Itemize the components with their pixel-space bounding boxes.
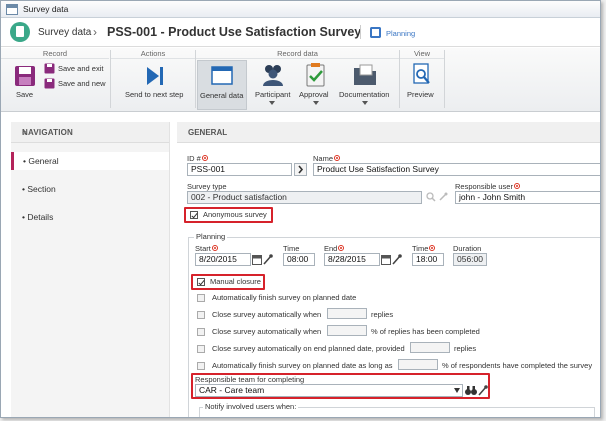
id-field[interactable]: PSS-001 [187, 163, 292, 176]
close-end-date-checkbox[interactable] [197, 345, 205, 353]
start-time-field[interactable]: 08:00 [283, 253, 315, 266]
magnifier-document-icon [413, 63, 430, 84]
required-icon [513, 183, 520, 189]
anonymous-survey-checkbox[interactable] [190, 211, 198, 219]
finish-respondents-percent[interactable] [398, 359, 438, 370]
id-next-button[interactable] [294, 163, 307, 176]
name-label: Name [313, 154, 341, 163]
people-icon [263, 65, 283, 86]
participant-dropdown-chevron-icon [269, 101, 275, 105]
folder-icon [354, 64, 376, 85]
group-title-record-data: Record data [196, 48, 399, 59]
survey-window: Survey data Survey data › PSS-001 - Prod… [0, 0, 601, 418]
floppy-disk-icon [15, 66, 35, 86]
clear-team-icon[interactable] [478, 385, 488, 396]
close-replies-count[interactable] [327, 308, 367, 319]
general-title: GENERAL [188, 128, 228, 137]
planning-status-icon [370, 27, 381, 38]
required-icon [338, 245, 345, 251]
collapse-icon[interactable]: « [22, 128, 161, 137]
general-panel: GENERAL ID # PSS-001 Name Product Use Sa… [177, 122, 600, 417]
duration-field: 056:00 [453, 253, 487, 266]
chevron-right-icon [298, 165, 304, 174]
required-icon [334, 155, 341, 161]
clear-date-icon[interactable] [263, 254, 273, 265]
end-time-label: Time [412, 244, 436, 253]
window-title: Survey data [23, 4, 69, 14]
header-divider [360, 25, 361, 39]
window-form-icon [211, 66, 233, 85]
auto-finish-checkbox[interactable] [197, 294, 205, 302]
end-label: End [324, 244, 345, 253]
survey-app-icon [10, 22, 30, 42]
close-replies-checkbox[interactable] [197, 311, 205, 319]
name-field[interactable]: Product Use Satisfaction Survey [313, 163, 600, 176]
anonymous-survey-label: Anonymous survey [203, 210, 267, 219]
approval-dropdown-chevron-icon [313, 101, 319, 105]
manual-closure-checkbox[interactable] [197, 278, 205, 286]
survey-type-field: 002 - Product satisfaction [187, 191, 422, 204]
responsible-user-label: Responsible user [455, 182, 520, 191]
group-title-record: Record [1, 48, 109, 59]
duration-label: Duration [453, 244, 482, 253]
finish-respondents-unit: % of respondents have completed the surv… [442, 361, 593, 370]
clear-date-icon[interactable] [392, 254, 402, 265]
calendar-icon[interactable] [381, 254, 391, 265]
clear-icon[interactable] [438, 192, 448, 202]
responsible-team-label: Responsible team for completing [195, 375, 305, 384]
end-time-field[interactable]: 18:00 [412, 253, 444, 266]
notify-legend: Notify involved users when: [203, 402, 299, 411]
ribbon-toolbar: Record Actions Record data View Save Sav… [1, 48, 600, 112]
close-percent-label: Close survey automatically when [212, 327, 322, 336]
save-new-icon [44, 78, 55, 89]
finish-respondents-checkbox[interactable] [197, 362, 205, 370]
close-end-date-count[interactable] [410, 342, 450, 353]
close-end-date-label: Close survey automatically on end planne… [212, 344, 405, 353]
breadcrumb-root[interactable]: Survey data [38, 27, 91, 38]
close-replies-label: Close survey automatically when [212, 310, 322, 319]
nav-item-section[interactable]: • Section [11, 180, 169, 198]
page-header: Survey data › PSS-001 - Product Use Sati… [1, 18, 600, 47]
close-end-date-unit: replies [454, 344, 477, 353]
finish-respondents-label: Automatically finish survey on planned d… [212, 361, 393, 370]
group-title-view: View [400, 48, 444, 59]
search-icon[interactable] [426, 192, 436, 202]
general-data-button[interactable]: General data [197, 60, 247, 110]
close-percent-checkbox[interactable] [197, 328, 205, 336]
id-label: ID # [187, 154, 208, 163]
planning-status-label: Planning [386, 29, 416, 38]
end-date-field[interactable]: 8/28/2015 [324, 253, 380, 266]
manual-closure-label: Manual closure [210, 277, 261, 286]
survey-type-label: Survey type [187, 182, 227, 191]
responsible-team-select[interactable]: CAR - Care team [195, 384, 463, 397]
nav-item-general[interactable]: • General [11, 152, 169, 170]
save-exit-icon [44, 63, 55, 74]
group-title-actions: Actions [111, 48, 195, 59]
start-date-field[interactable]: 8/20/2015 [195, 253, 251, 266]
title-bar: Survey data [1, 1, 600, 18]
close-percent-unit: % of replies has been completed [371, 327, 480, 336]
responsible-user-field[interactable]: john - John Smith [455, 191, 600, 204]
binoculars-icon[interactable] [465, 385, 477, 396]
calendar-icon[interactable] [252, 254, 262, 265]
start-label: Start [195, 244, 218, 253]
start-time-label: Time [283, 244, 300, 253]
page-title: PSS-001 - Product Use Satisfaction Surve… [107, 25, 362, 39]
clipboard-check-icon [306, 63, 325, 87]
chevron-down-icon[interactable] [454, 388, 460, 393]
navigation-panel: NAVIGATION « • General • Section • Detai… [11, 122, 170, 417]
breadcrumb-separator: › [93, 25, 97, 39]
nav-item-details[interactable]: • Details [11, 208, 169, 226]
required-icon [201, 155, 208, 161]
close-percent-value[interactable] [327, 325, 367, 336]
planning-legend: Planning [194, 232, 228, 241]
next-step-icon [147, 67, 163, 85]
close-replies-unit: replies [371, 310, 394, 319]
documentation-dropdown-chevron-icon [362, 101, 368, 105]
required-icon [211, 245, 218, 251]
window-icon [6, 4, 18, 15]
auto-finish-label: Automatically finish survey on planned d… [212, 293, 357, 302]
required-icon [429, 245, 436, 251]
